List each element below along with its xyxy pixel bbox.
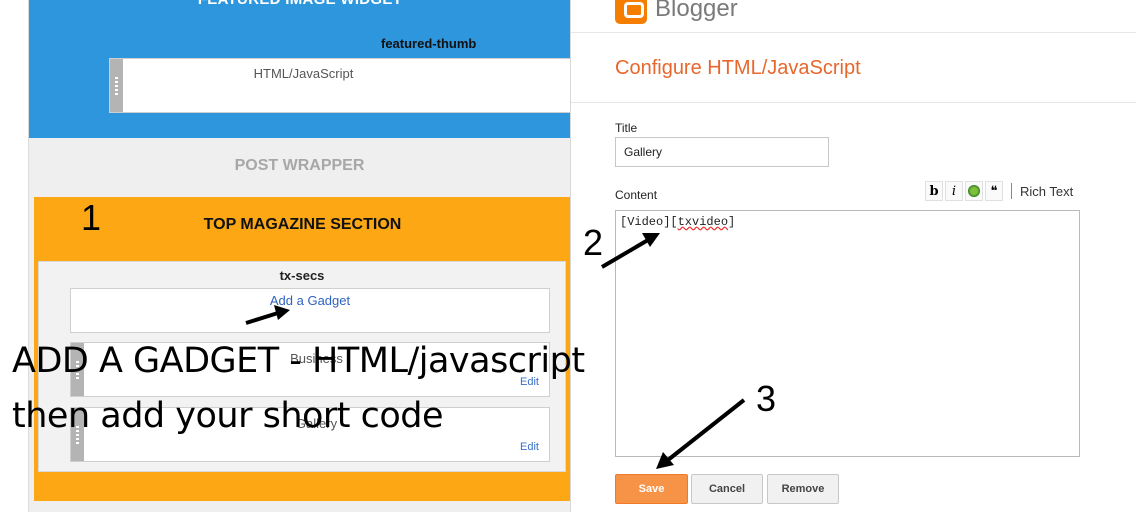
add-gadget-link[interactable]: Add a Gadget [71, 293, 549, 308]
blogger-logo-icon [615, 0, 647, 24]
dialog-title: Configure HTML/JavaScript [615, 57, 861, 79]
annotation-line-1: ADD A GADGET - HTML/javascript [12, 341, 585, 381]
content-text-misspelled: txvideo [677, 215, 729, 229]
content-textarea[interactable]: [Video][txvideo] [615, 210, 1080, 457]
image-icon [968, 185, 980, 197]
configure-dialog: Blogger Configure HTML/JavaScript Title … [570, 0, 1136, 512]
italic-button[interactable]: i [945, 181, 963, 201]
featured-section-name: featured-thumb [381, 36, 477, 51]
image-button[interactable] [965, 181, 983, 201]
featured-gadget-title: HTML/JavaScript [253, 66, 354, 81]
editor-toolbar: b i ❝ Rich Text [925, 180, 1073, 202]
drag-handle[interactable] [110, 59, 123, 112]
magazine-section-title: TOP MAGAZINE SECTION [203, 216, 402, 233]
annotation-line-2: then add your short code [12, 396, 444, 436]
divider [571, 32, 1136, 33]
remove-button[interactable]: Remove [767, 474, 839, 504]
section-name: tx-secs [279, 268, 325, 283]
brand-name: Blogger [655, 0, 738, 22]
quote-button[interactable]: ❝ [985, 181, 1003, 201]
save-button[interactable]: Save [615, 474, 688, 504]
featured-image-section: FEATURED IMAGE WIDGET featured-thumb HTM… [29, 0, 571, 138]
featured-section-title: FEATURED IMAGE WIDGET [29, 0, 571, 8]
content-text: [Video][ [620, 215, 678, 229]
step-number-3: 3 [756, 378, 777, 419]
title-input[interactable] [615, 137, 829, 167]
instruction-annotation: ADD A GADGET - HTML/javascript then add … [12, 334, 585, 444]
step-number-2: 2 [583, 222, 604, 263]
post-wrapper-label: POST WRAPPER [234, 157, 365, 174]
add-gadget-box: Add a Gadget [70, 288, 550, 333]
featured-gadget[interactable]: HTML/JavaScript [109, 58, 571, 113]
content-label: Content [615, 188, 658, 202]
blogger-brand: Blogger [615, 0, 738, 24]
rich-text-link[interactable]: Rich Text [1020, 184, 1073, 199]
cancel-button[interactable]: Cancel [691, 474, 763, 504]
divider [571, 102, 1136, 103]
title-label: Title [615, 121, 638, 135]
content-text-end: ] [728, 215, 736, 229]
toolbar-separator [1011, 183, 1012, 199]
bold-button[interactable]: b [925, 181, 943, 201]
